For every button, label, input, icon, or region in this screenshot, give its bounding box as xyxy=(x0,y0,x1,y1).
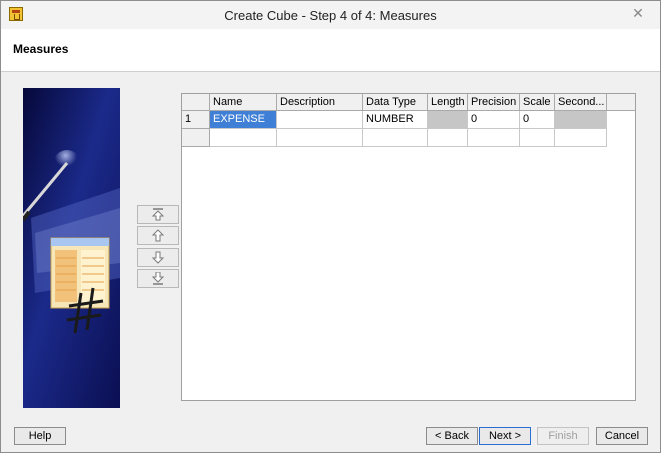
move-to-bottom-button[interactable] xyxy=(137,269,179,288)
wizard-footer: Help < Back Next > Finish Cancel xyxy=(1,421,660,451)
close-button[interactable]: ✕ xyxy=(624,3,652,23)
move-down-button[interactable] xyxy=(137,248,179,267)
column-header-name[interactable]: Name xyxy=(210,94,277,111)
new-cell-scale[interactable] xyxy=(520,129,555,147)
column-header-data-type[interactable]: Data Type xyxy=(363,94,428,111)
wizard-illustration xyxy=(23,88,120,408)
row-header-corner xyxy=(182,94,210,111)
cell-second xyxy=(555,111,607,129)
arrow-down-to-bottom-icon xyxy=(151,272,165,285)
cell-name[interactable]: EXPENSE xyxy=(210,111,277,129)
cell-length xyxy=(428,111,468,129)
page-title: Measures xyxy=(13,42,69,56)
row-number[interactable]: 1 xyxy=(182,111,210,129)
wizard-header: Measures xyxy=(1,29,660,72)
new-cell-name[interactable] xyxy=(210,129,277,147)
column-header-second[interactable]: Second... xyxy=(555,94,607,111)
dialog-window: Create Cube - Step 4 of 4: Measures ✕ Me… xyxy=(0,0,661,453)
move-to-top-button[interactable] xyxy=(137,205,179,224)
move-up-button[interactable] xyxy=(137,226,179,245)
next-button[interactable]: Next > xyxy=(479,427,531,445)
title-bar: Create Cube - Step 4 of 4: Measures ✕ xyxy=(1,1,660,29)
column-header-scale[interactable]: Scale xyxy=(520,94,555,111)
column-header-precision[interactable]: Precision xyxy=(468,94,520,111)
cell-description[interactable] xyxy=(277,111,363,129)
row-number-new[interactable] xyxy=(182,129,210,147)
column-header-description[interactable]: Description xyxy=(277,94,363,111)
column-header-length[interactable]: Length xyxy=(428,94,468,111)
cell-precision[interactable]: 0 xyxy=(468,111,520,129)
help-button[interactable]: Help xyxy=(14,427,66,445)
new-cell-second[interactable] xyxy=(555,129,607,147)
measures-table: Name Description Data Type Length Precis… xyxy=(181,93,636,401)
column-header-filler xyxy=(607,94,635,111)
new-cell-data-type[interactable] xyxy=(363,129,428,147)
new-cell-precision[interactable] xyxy=(468,129,520,147)
finish-button: Finish xyxy=(537,427,589,445)
window-title: Create Cube - Step 4 of 4: Measures xyxy=(224,8,437,23)
arrow-down-icon xyxy=(151,251,165,264)
arrow-up-icon xyxy=(151,229,165,242)
back-button[interactable]: < Back xyxy=(426,427,478,445)
cell-scale[interactable]: 0 xyxy=(520,111,555,129)
cancel-button[interactable]: Cancel xyxy=(596,427,648,445)
new-cell-length[interactable] xyxy=(428,129,468,147)
magic-wand-cube-image xyxy=(23,88,120,408)
arrow-up-to-top-icon xyxy=(151,208,165,221)
new-cell-description[interactable] xyxy=(277,129,363,147)
cell-data-type[interactable]: NUMBER xyxy=(363,111,428,129)
